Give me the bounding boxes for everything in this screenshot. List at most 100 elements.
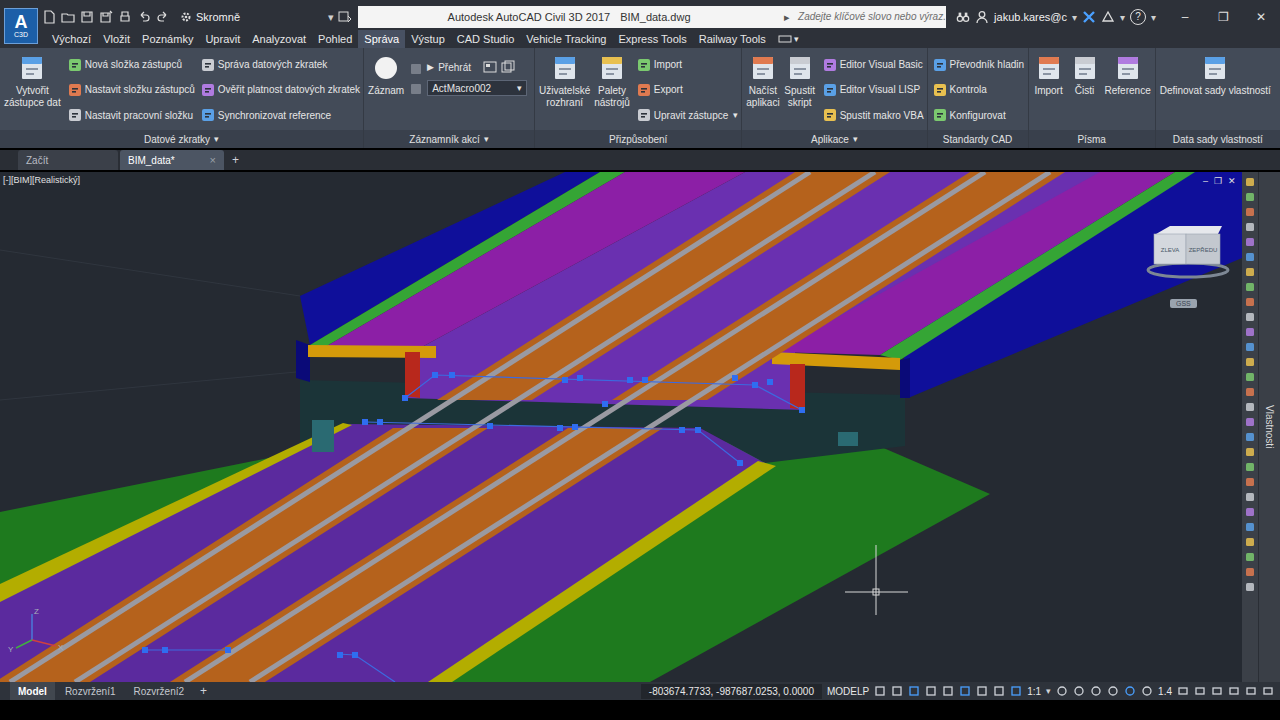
binoculars-icon[interactable] — [956, 10, 970, 24]
grip[interactable] — [142, 647, 148, 653]
drafting-aid-icon[interactable] — [891, 685, 903, 697]
grip[interactable] — [162, 647, 168, 653]
model-viewport[interactable]: ZXY[-][BIM][Realistický]–❐✕ZLEVAZEPŘEDUG… — [0, 172, 1242, 682]
customize-icon[interactable] — [338, 10, 352, 24]
help-button[interactable]: ? — [1130, 9, 1146, 25]
ribbon-small-button[interactable]: Převodník hladin — [933, 58, 1025, 72]
grip[interactable] — [572, 424, 578, 430]
status-icon[interactable] — [1211, 685, 1223, 697]
layout-tab[interactable]: Model — [10, 682, 55, 700]
grip[interactable] — [352, 652, 358, 658]
tool-icon[interactable] — [1244, 566, 1256, 578]
tool-icon[interactable] — [1244, 386, 1256, 398]
ribbon-tab[interactable]: Správa — [358, 30, 405, 48]
open-folder-icon[interactable] — [61, 10, 75, 24]
grip[interactable] — [337, 652, 343, 658]
grip[interactable] — [695, 427, 701, 433]
ribbon-tab[interactable]: Výstup — [405, 30, 451, 48]
grip[interactable] — [737, 460, 743, 466]
drafting-aid-icon[interactable] — [925, 685, 937, 697]
drafting-aid-icon[interactable] — [1010, 685, 1022, 697]
ribbon-small-button[interactable]: Nová složka zástupců — [68, 58, 195, 72]
app-logo[interactable]: AC3D — [4, 8, 38, 44]
ribbon-small-button[interactable]: Správa datových zkratek — [201, 58, 360, 72]
grip[interactable] — [642, 377, 648, 383]
ribbon-small-button[interactable]: Export — [637, 83, 738, 97]
play-button[interactable]: ▶Přehrát — [427, 62, 471, 73]
tool-icon[interactable] — [1244, 326, 1256, 338]
status-icon[interactable] — [1073, 685, 1085, 697]
annotation-scale[interactable]: 1:1 — [1027, 686, 1041, 697]
viewport-control-button[interactable]: ✕ — [1228, 175, 1236, 187]
viewcube[interactable]: ZLEVAZEPŘEDU — [1146, 220, 1230, 282]
tool-icon[interactable] — [1244, 296, 1256, 308]
ribbon-large-button[interactable]: Reference — [1104, 48, 1152, 130]
tool-icon[interactable] — [1244, 206, 1256, 218]
panel-title[interactable]: Přizpůsobení — [535, 130, 741, 148]
grip[interactable] — [402, 395, 408, 401]
search-field[interactable]: Zadejte klíčové slovo nebo výraz. — [794, 6, 946, 28]
viewport-control-button[interactable]: – — [1203, 175, 1208, 187]
tool-icon[interactable] — [1244, 401, 1256, 413]
status-icon[interactable] — [1177, 685, 1189, 697]
ribbon-large-button[interactable]: Načístaplikaci — [745, 48, 780, 130]
macro-dropdown[interactable]: ActMacro002▾ — [427, 80, 527, 96]
viewport-label[interactable]: [-][BIM][Realistický] — [3, 175, 80, 185]
drafting-aid-icon[interactable] — [908, 685, 920, 697]
print-icon[interactable] — [118, 10, 132, 24]
panel-toggle[interactable]: ▾ — [772, 30, 805, 48]
ribbon-small-button[interactable]: Konfigurovat — [933, 108, 1025, 122]
tool-icon[interactable] — [1244, 491, 1256, 503]
ribbon-large-button[interactable]: Uživatelskérozhraní — [538, 48, 591, 130]
status-icon[interactable] — [1056, 685, 1068, 697]
grip[interactable] — [377, 419, 383, 425]
grip[interactable] — [562, 377, 568, 383]
grip[interactable] — [225, 647, 231, 653]
tool-icon[interactable] — [1244, 281, 1256, 293]
new-file-icon[interactable] — [42, 10, 56, 24]
panel-title[interactable]: Data sady vlastností — [1156, 130, 1280, 148]
layout-tab[interactable]: Rozvržení2 — [125, 682, 192, 700]
panel-title[interactable]: Záznamník akcí▾ — [364, 130, 534, 148]
new-tab-button[interactable]: + — [226, 150, 245, 170]
workspace-switcher[interactable]: Skromně▾ — [180, 10, 358, 24]
grip[interactable] — [362, 419, 368, 425]
ribbon-tab[interactable]: Analyzovat — [246, 30, 312, 48]
ribbon-small-button[interactable]: Upravit zástupce▾ — [637, 108, 738, 122]
drafting-aid-icon[interactable] — [976, 685, 988, 697]
record-button[interactable]: Záznam — [367, 48, 405, 130]
document-tab[interactable]: Začít — [18, 150, 118, 170]
grip[interactable] — [577, 375, 583, 381]
tool-icon[interactable] — [1244, 221, 1256, 233]
new-layout-button[interactable]: + — [194, 682, 213, 700]
tool-icon[interactable] — [1244, 251, 1256, 263]
ucs-menu[interactable]: GSS — [1170, 299, 1197, 308]
macro-settings-icon[interactable] — [483, 60, 497, 74]
ribbon-small-button[interactable]: Editor Visual Basic — [823, 58, 924, 72]
document-tab[interactable]: BIM_data*× — [120, 150, 224, 170]
drafting-aid-icon[interactable] — [942, 685, 954, 697]
status-icon[interactable] — [1124, 685, 1136, 697]
grip[interactable] — [767, 379, 773, 385]
ribbon-large-button[interactable]: Vytvořitzástupce dat — [3, 48, 62, 130]
window-control-button[interactable]: – — [1166, 5, 1204, 29]
ribbon-tab[interactable]: CAD Studio — [451, 30, 520, 48]
status-icon[interactable] — [1141, 685, 1153, 697]
ribbon-large-button[interactable]: Paletynástrojů — [593, 48, 631, 130]
drafting-aid-icon[interactable] — [959, 685, 971, 697]
ribbon-tab[interactable]: Upravit — [199, 30, 246, 48]
redo-icon[interactable] — [156, 10, 170, 24]
tool-icon[interactable] — [1244, 416, 1256, 428]
drafting-aid-icon[interactable] — [993, 685, 1005, 697]
ribbon-small-button[interactable]: Ověřit platnost datových zkratek — [201, 83, 360, 97]
tool-icon[interactable] — [1244, 446, 1256, 458]
grip[interactable] — [487, 423, 493, 429]
ribbon-small-button[interactable]: Kontrola — [933, 83, 1025, 97]
tool-icon[interactable] — [1244, 341, 1256, 353]
close-tab-button[interactable]: × — [210, 154, 216, 166]
ribbon-small-button[interactable]: Synchronizovat reference — [201, 108, 360, 122]
ribbon-small-button[interactable]: Import — [637, 58, 738, 72]
undo-icon[interactable] — [137, 10, 151, 24]
grip[interactable] — [679, 427, 685, 433]
grip[interactable] — [557, 425, 563, 431]
